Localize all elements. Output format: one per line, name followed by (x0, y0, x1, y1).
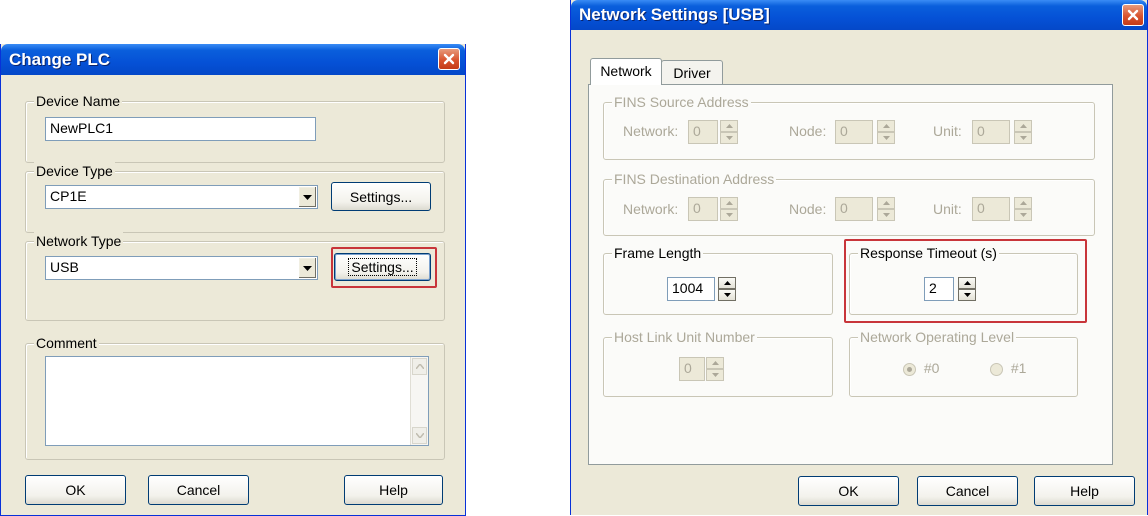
fins-dest-unit-field[interactable]: 0 (972, 197, 1010, 221)
host-link-label: Host Link Unit Number (612, 328, 757, 346)
change-plc-titlebar[interactable]: Change PLC (1, 44, 465, 75)
net-level-label: Network Operating Level (858, 328, 1017, 346)
host-link-field[interactable]: 0 (679, 357, 705, 381)
radio-unselected-icon (990, 362, 1003, 376)
fins-dest-unit-spinner[interactable] (1014, 197, 1032, 221)
network-type-value: USB (50, 259, 79, 275)
frame-length-spinner[interactable] (718, 277, 736, 301)
spin-down-icon[interactable] (718, 289, 736, 301)
net-level-radio-0[interactable]: #0 (903, 360, 939, 376)
host-link-spinner[interactable] (706, 357, 724, 381)
dropdown-arrow-icon[interactable] (298, 258, 316, 278)
spin-down-icon[interactable] (1014, 132, 1032, 144)
comment-scrollbar[interactable] (410, 357, 428, 445)
cancel-label: Cancel (176, 482, 221, 498)
tab-panel: FINS Source Address Network: 0 Node: 0 U… (588, 84, 1113, 465)
tab-driver-label: Driver (673, 65, 711, 81)
fins-source-label: FINS Source Address (612, 93, 751, 111)
fins-source-node-field[interactable]: 0 (835, 120, 873, 144)
network-settings-titlebar[interactable]: Network Settings [USB] (571, 0, 1147, 30)
tab-network[interactable]: Network (590, 58, 662, 85)
fins-source-unit-spinner[interactable] (1014, 120, 1032, 144)
fins-dest-node-label: Node: (789, 201, 827, 217)
frame-length-field[interactable]: 1004 (667, 277, 715, 301)
help-button[interactable]: Help (1034, 476, 1135, 506)
net-level-radio-0-label: #0 (923, 360, 940, 376)
network-type-dropdown[interactable]: USB (45, 256, 318, 280)
fins-source-unit-label: Unit: (933, 123, 962, 139)
scroll-down-icon[interactable] (412, 427, 427, 444)
frame-length-label: Frame Length (612, 244, 704, 262)
net-level-radio-1-label: #1 (1010, 360, 1027, 376)
ok-button[interactable]: OK (25, 475, 126, 505)
fins-source-network-field[interactable]: 0 (688, 120, 718, 144)
network-type-label: Network Type (34, 232, 124, 250)
net-level-radio-1[interactable]: #1 (990, 360, 1026, 376)
spin-down-icon[interactable] (877, 209, 895, 221)
help-button[interactable]: Help (344, 475, 443, 505)
device-name-label: Device Name (34, 92, 123, 110)
fins-source-unit-field[interactable]: 0 (972, 120, 1010, 144)
radio-selected-icon (903, 362, 916, 376)
close-button[interactable] (438, 48, 460, 70)
fins-source-node-spinner[interactable] (877, 120, 895, 144)
spin-up-icon[interactable] (1014, 197, 1032, 209)
ok-label: OK (838, 483, 859, 499)
fins-dest-node-field[interactable]: 0 (835, 197, 873, 221)
tab-driver[interactable]: Driver (661, 60, 723, 85)
cancel-button[interactable]: Cancel (917, 476, 1018, 506)
cancel-button[interactable]: Cancel (148, 475, 249, 505)
response-timeout-highlight-box (844, 239, 1087, 323)
spin-down-icon[interactable] (720, 209, 738, 221)
spin-up-icon[interactable] (706, 357, 724, 369)
cancel-label: Cancel (945, 483, 990, 499)
spin-up-icon[interactable] (877, 120, 895, 132)
change-plc-title: Change PLC (9, 50, 111, 69)
spin-up-icon[interactable] (718, 277, 736, 289)
close-button[interactable] (1122, 4, 1144, 26)
spin-down-icon[interactable] (877, 132, 895, 144)
tab-network-label: Network (600, 63, 652, 79)
fins-dest-unit-label: Unit: (933, 201, 962, 217)
help-label: Help (379, 482, 408, 498)
help-label: Help (1070, 483, 1099, 499)
device-type-label: Device Type (34, 162, 115, 180)
fins-dest-network-field[interactable]: 0 (688, 197, 718, 221)
net-level-group: Network Operating Level (849, 328, 1078, 397)
comment-field[interactable] (45, 356, 429, 446)
device-name-field[interactable]: NewPLC1 (45, 117, 316, 141)
spin-down-icon[interactable] (720, 132, 738, 144)
fins-source-network-spinner[interactable] (720, 120, 738, 144)
device-type-settings-label: Settings... (349, 188, 413, 205)
fins-dest-node-spinner[interactable] (877, 197, 895, 221)
device-type-settings-button[interactable]: Settings... (331, 182, 431, 211)
spin-up-icon[interactable] (877, 197, 895, 209)
device-type-dropdown[interactable]: CP1E (45, 185, 318, 209)
spin-up-icon[interactable] (1014, 120, 1032, 132)
settings-highlight-box (331, 247, 437, 288)
fins-source-network-label: Network: (623, 123, 679, 139)
spin-down-icon[interactable] (1014, 209, 1032, 221)
ok-label: OK (65, 482, 86, 498)
spin-up-icon[interactable] (720, 120, 738, 132)
network-settings-dialog: Network Settings [USB] Network Driver FI… (570, 0, 1148, 515)
fins-dest-network-label: Network: (623, 201, 679, 217)
ok-button[interactable]: OK (798, 476, 899, 506)
close-icon (443, 53, 455, 65)
spin-down-icon[interactable] (706, 369, 724, 381)
change-plc-dialog: Change PLC Device Name NewPLC1 Device Ty… (0, 44, 466, 516)
fins-dest-network-spinner[interactable] (720, 197, 738, 221)
fins-source-node-label: Node: (789, 123, 827, 139)
network-settings-title: Network Settings [USB] (579, 5, 770, 24)
comment-label: Comment (34, 334, 99, 352)
scroll-up-icon[interactable] (412, 358, 427, 375)
device-type-value: CP1E (50, 188, 87, 204)
spin-up-icon[interactable] (720, 197, 738, 209)
close-icon (1127, 9, 1139, 21)
fins-dest-label: FINS Destination Address (612, 170, 777, 188)
dropdown-arrow-icon[interactable] (298, 187, 316, 207)
